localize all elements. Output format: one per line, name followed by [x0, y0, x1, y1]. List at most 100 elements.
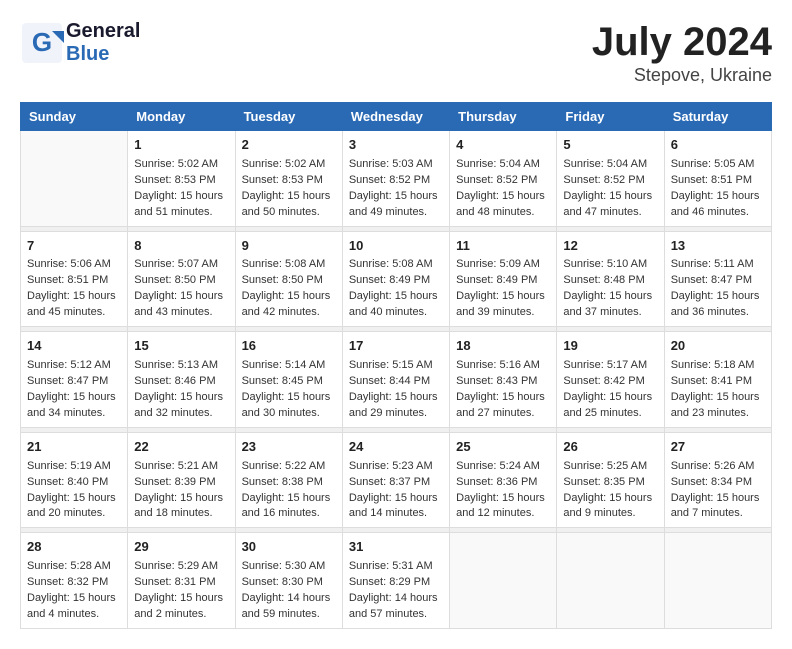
day-info-line: Sunset: 8:47 PM — [671, 273, 765, 289]
day-cell: 22 Sunrise: 5:21 AMSunset: 8:39 PMDayligh… — [128, 432, 235, 528]
day-info-line: Sunrise: 5:22 AM — [242, 459, 336, 475]
day-info-line: Daylight: 15 hours — [563, 189, 657, 205]
day-info-line: Daylight: 15 hours — [242, 390, 336, 406]
day-info-line: Sunrise: 5:21 AM — [134, 459, 228, 475]
day-cell: 9Sunrise: 5:08 AMSunset: 8:50 PMDaylight… — [235, 231, 342, 327]
day-number: 28 — [27, 538, 121, 557]
day-info-line: Sunset: 8:49 PM — [456, 273, 550, 289]
day-info-line: and 50 minutes. — [242, 205, 336, 221]
day-info-line: and 51 minutes. — [134, 205, 228, 221]
weekday-saturday: Saturday — [664, 103, 771, 131]
day-info-line: Sunrise: 5:07 AM — [134, 257, 228, 273]
week-row-0: 1Sunrise: 5:02 AMSunset: 8:53 PMDaylight… — [21, 131, 772, 227]
weekday-friday: Friday — [557, 103, 664, 131]
day-info-line: Daylight: 15 hours — [349, 289, 443, 305]
day-info-line: Sunrise: 5:28 AM — [27, 559, 121, 575]
day-number: 12 — [563, 237, 657, 256]
day-info-line: Sunrise: 5:25 AM — [563, 459, 657, 475]
day-info-line: Sunrise: 5:04 AM — [456, 157, 550, 173]
logo: G General Blue — [20, 20, 140, 66]
day-info-line: Sunset: 8:39 PM — [134, 475, 228, 491]
day-info-line: Sunrise: 5:11 AM — [671, 257, 765, 273]
weekday-sunday: Sunday — [21, 103, 128, 131]
day-info-line: Daylight: 15 hours — [671, 390, 765, 406]
day-info-line: Sunset: 8:32 PM — [27, 575, 121, 591]
day-cell — [450, 533, 557, 629]
title-block: July 2024 Stepove, Ukraine — [592, 20, 772, 86]
day-info-line: Sunrise: 5:16 AM — [456, 358, 550, 374]
day-info-line: Daylight: 15 hours — [349, 390, 443, 406]
day-number: 11 — [456, 237, 550, 256]
day-cell: 16 Sunrise: 5:14 AMSunset: 8:45 PMDayligh… — [235, 332, 342, 428]
day-cell: 15Sunrise: 5:13 AMSunset: 8:46 PMDayligh… — [128, 332, 235, 428]
day-info-line: and 57 minutes. — [349, 607, 443, 623]
day-number: 4 — [456, 136, 550, 155]
day-info-line: Daylight: 15 hours — [27, 491, 121, 507]
day-number: 15 — [134, 337, 228, 356]
day-info-line: Sunrise: 5:12 AM — [27, 358, 121, 374]
day-number: 17 — [349, 337, 443, 356]
day-info-line: and 27 minutes. — [456, 406, 550, 422]
day-cell — [21, 131, 128, 227]
day-info-line: and 18 minutes. — [134, 506, 228, 522]
day-cell: 24Sunrise: 5:23 AMSunset: 8:37 PMDayligh… — [342, 432, 449, 528]
day-info-line: and 46 minutes. — [671, 205, 765, 221]
day-cell: 8Sunrise: 5:07 AMSunset: 8:50 PMDaylight… — [128, 231, 235, 327]
day-info-line: Sunset: 8:52 PM — [563, 173, 657, 189]
day-info-line: Sunset: 8:50 PM — [134, 273, 228, 289]
day-cell: 5Sunrise: 5:04 AMSunset: 8:52 PMDaylight… — [557, 131, 664, 227]
day-info-line: and 2 minutes. — [134, 607, 228, 623]
week-row-2: 14Sunrise: 5:12 AMSunset: 8:47 PMDayligh… — [21, 332, 772, 428]
day-number: 30 — [242, 538, 336, 557]
month-year: July 2024 — [592, 20, 772, 65]
day-info-line: and 12 minutes. — [456, 506, 550, 522]
day-info-line: Sunrise: 5:09 AM — [456, 257, 550, 273]
day-number: 6 — [671, 136, 765, 155]
day-info-line: Daylight: 15 hours — [134, 289, 228, 305]
day-cell: 19Sunrise: 5:17 AMSunset: 8:42 PMDayligh… — [557, 332, 664, 428]
day-info-line: Daylight: 15 hours — [134, 491, 228, 507]
day-info-line: Daylight: 15 hours — [349, 189, 443, 205]
day-info-line: Daylight: 15 hours — [671, 189, 765, 205]
day-info-line: Sunrise: 5:19 AM — [27, 459, 121, 475]
day-info-line: Daylight: 15 hours — [456, 390, 550, 406]
day-info-line: and 25 minutes. — [563, 406, 657, 422]
day-info-line: Daylight: 15 hours — [27, 289, 121, 305]
day-cell: 21Sunrise: 5:19 AMSunset: 8:40 PMDayligh… — [21, 432, 128, 528]
day-info-line: Sunset: 8:29 PM — [349, 575, 443, 591]
day-info-line: Sunrise: 5:02 AM — [242, 157, 336, 173]
logo-general: General — [66, 20, 140, 43]
day-number: 13 — [671, 237, 765, 256]
day-cell: 13Sunrise: 5:11 AMSunset: 8:47 PMDayligh… — [664, 231, 771, 327]
day-info-line: Daylight: 15 hours — [242, 189, 336, 205]
day-info-line: and 43 minutes. — [134, 305, 228, 321]
day-cell: 23Sunrise: 5:22 AMSunset: 8:38 PMDayligh… — [235, 432, 342, 528]
day-info-line: Sunrise: 5:30 AM — [242, 559, 336, 575]
day-info-line: and 37 minutes. — [563, 305, 657, 321]
day-cell: 6Sunrise: 5:05 AMSunset: 8:51 PMDaylight… — [664, 131, 771, 227]
day-info-line: Sunrise: 5:15 AM — [349, 358, 443, 374]
day-number: 16 — [242, 337, 336, 356]
day-info-line: Sunset: 8:34 PM — [671, 475, 765, 491]
day-cell: 1Sunrise: 5:02 AMSunset: 8:53 PMDaylight… — [128, 131, 235, 227]
calendar-table: SundayMondayTuesdayWednesdayThursdayFrid… — [20, 102, 772, 629]
day-number: 22 — [134, 438, 228, 457]
day-info-line: Sunset: 8:36 PM — [456, 475, 550, 491]
day-info-line: Sunrise: 5:26 AM — [671, 459, 765, 475]
day-info-line: and 7 minutes. — [671, 506, 765, 522]
day-number: 2 — [242, 136, 336, 155]
day-info-line: Sunset: 8:46 PM — [134, 374, 228, 390]
day-info-line: and 14 minutes. — [349, 506, 443, 522]
day-cell: 25Sunrise: 5:24 AMSunset: 8:36 PMDayligh… — [450, 432, 557, 528]
day-info-line: Sunset: 8:48 PM — [563, 273, 657, 289]
day-info-line: Daylight: 15 hours — [671, 491, 765, 507]
day-info-line: Daylight: 15 hours — [456, 491, 550, 507]
day-info-line: Sunrise: 5:14 AM — [242, 358, 336, 374]
day-info-line: Sunset: 8:45 PM — [242, 374, 336, 390]
day-info-line: Sunrise: 5:08 AM — [242, 257, 336, 273]
day-info-line: Sunrise: 5:23 AM — [349, 459, 443, 475]
day-info-line: Sunrise: 5:03 AM — [349, 157, 443, 173]
day-info-line: Sunrise: 5:10 AM — [563, 257, 657, 273]
day-number: 24 — [349, 438, 443, 457]
day-info-line: and 9 minutes. — [563, 506, 657, 522]
